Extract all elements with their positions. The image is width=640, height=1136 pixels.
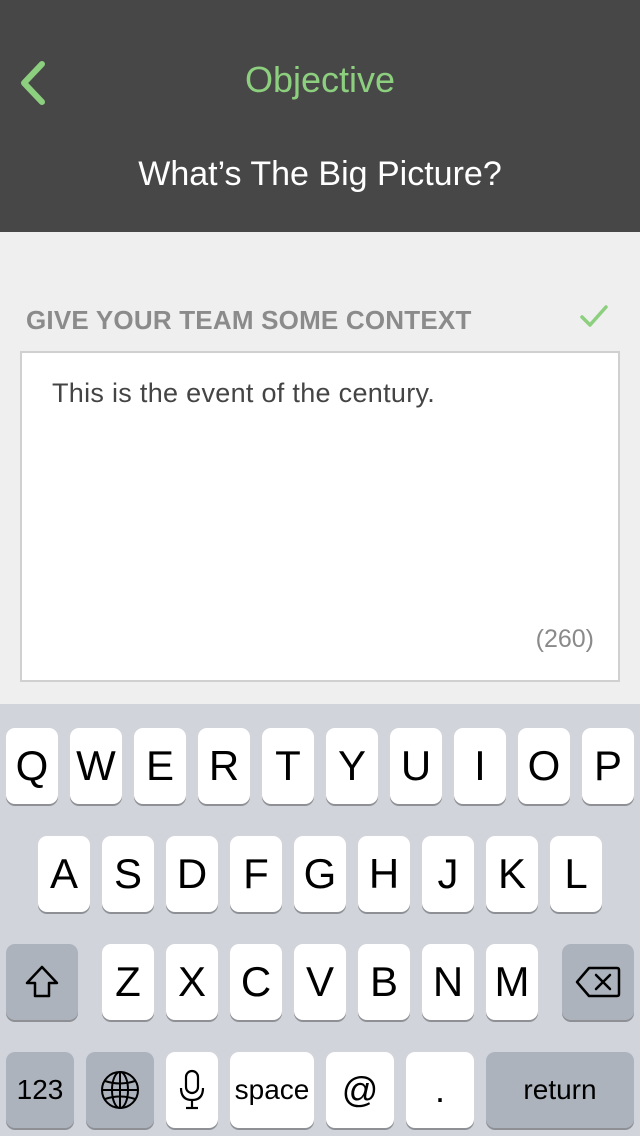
period-key[interactable]: .	[406, 1052, 474, 1128]
key-label: R	[208, 742, 240, 789]
key-label: O	[527, 742, 561, 789]
key-b[interactable]: B	[358, 944, 410, 1020]
key-g[interactable]: G	[294, 836, 346, 912]
key-p[interactable]: P	[582, 728, 634, 804]
shift-key[interactable]	[6, 944, 78, 1020]
onscreen-keyboard: Q W E R T Y U I O P A S D F G H J K L Z …	[0, 704, 640, 1136]
key-l[interactable]: L	[550, 836, 602, 912]
space-key-label: space	[234, 1074, 310, 1105]
key-y[interactable]: Y	[326, 728, 378, 804]
key-f[interactable]: F	[230, 836, 282, 912]
return-key-label: return	[523, 1074, 597, 1105]
key-label: F	[243, 850, 269, 897]
key-z[interactable]: Z	[102, 944, 154, 1020]
backspace-icon	[575, 966, 621, 998]
key-u[interactable]: U	[390, 728, 442, 804]
key-d[interactable]: D	[166, 836, 218, 912]
key-label: J	[437, 850, 459, 897]
character-count: (260)	[535, 625, 594, 653]
key-label: Y	[337, 742, 366, 789]
key-label: W	[76, 742, 116, 789]
key-label: H	[368, 850, 400, 897]
key-j[interactable]: J	[422, 836, 474, 912]
section-label: GIVE YOUR TEAM SOME CONTEXT	[26, 305, 472, 335]
key-h[interactable]: H	[358, 836, 410, 912]
key-s[interactable]: S	[102, 836, 154, 912]
key-n[interactable]: N	[422, 944, 474, 1020]
key-label: Q	[15, 742, 49, 789]
space-key[interactable]: space	[230, 1052, 314, 1128]
numbers-key[interactable]: 123	[6, 1052, 74, 1128]
key-o[interactable]: O	[518, 728, 570, 804]
key-label: A	[49, 850, 78, 897]
period-key-label: .	[434, 1069, 445, 1110]
key-a[interactable]: A	[38, 836, 90, 912]
key-c[interactable]: C	[230, 944, 282, 1020]
key-label: E	[145, 742, 174, 789]
key-label: U	[400, 742, 432, 789]
dictation-key[interactable]	[166, 1052, 218, 1128]
key-label: S	[113, 850, 142, 897]
nav-header: Objective What’s The Big Picture?	[0, 0, 640, 232]
delete-key[interactable]	[562, 944, 634, 1020]
key-m[interactable]: M	[486, 944, 538, 1020]
key-w[interactable]: W	[70, 728, 122, 804]
key-label: I	[474, 742, 486, 789]
key-e[interactable]: E	[134, 728, 186, 804]
key-label: L	[564, 850, 588, 897]
page-subtitle: What’s The Big Picture?	[138, 155, 502, 193]
microphone-icon	[179, 1069, 205, 1110]
key-label: T	[275, 742, 301, 789]
key-i[interactable]: I	[454, 728, 506, 804]
key-label: P	[593, 742, 622, 789]
globe-key[interactable]	[86, 1052, 154, 1128]
key-label: V	[305, 958, 334, 1005]
key-label: N	[432, 958, 464, 1005]
at-key[interactable]: @	[326, 1052, 394, 1128]
context-text-value: This is the event of the century.	[52, 378, 436, 408]
key-label: K	[497, 850, 526, 897]
numbers-key-label: 123	[16, 1074, 64, 1105]
key-label: Z	[115, 958, 141, 1005]
globe-icon	[101, 1071, 139, 1109]
shift-icon	[25, 965, 59, 998]
context-textarea[interactable]: This is the event of the century. (260)	[20, 351, 620, 682]
key-label: X	[177, 958, 206, 1005]
key-q[interactable]: Q	[6, 728, 58, 804]
check-icon	[578, 300, 610, 332]
key-t[interactable]: T	[262, 728, 314, 804]
at-key-label: @	[341, 1069, 379, 1110]
return-key[interactable]: return	[486, 1052, 634, 1128]
key-r[interactable]: R	[198, 728, 250, 804]
key-label: C	[240, 958, 272, 1005]
key-x[interactable]: X	[166, 944, 218, 1020]
key-v[interactable]: V	[294, 944, 346, 1020]
page-title: Objective	[244, 59, 396, 100]
key-label: G	[303, 850, 337, 897]
key-k[interactable]: K	[486, 836, 538, 912]
key-label: M	[494, 958, 530, 1005]
key-label: D	[176, 850, 208, 897]
key-label: B	[369, 958, 398, 1005]
